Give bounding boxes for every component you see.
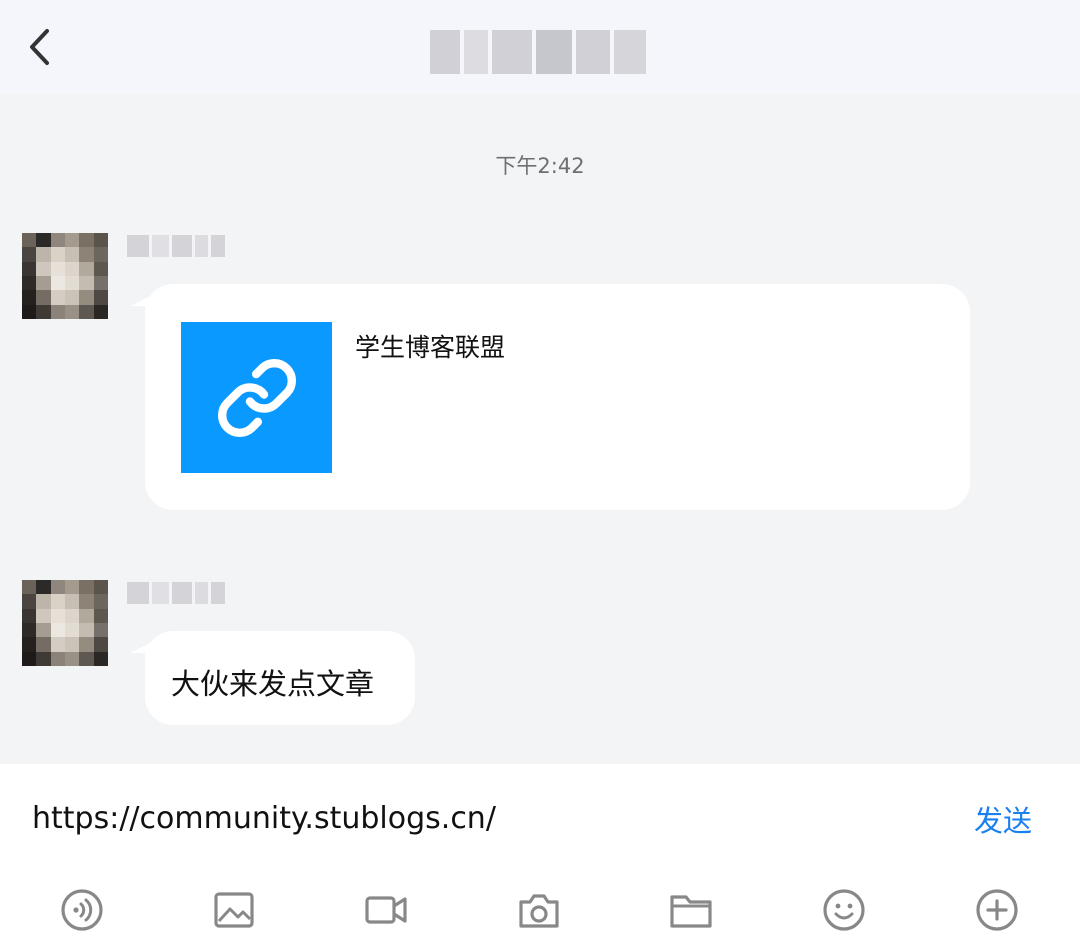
link-thumbnail	[181, 322, 332, 473]
send-button[interactable]: 发送	[974, 798, 1032, 840]
chat-title-redacted	[430, 28, 650, 76]
message-timestamp: 下午2:42	[495, 154, 585, 178]
camera-icon	[519, 894, 559, 928]
avatar[interactable]	[22, 233, 108, 319]
composer-toolbar	[0, 882, 1080, 938]
chat-header	[0, 0, 1080, 94]
message-input[interactable]	[32, 796, 932, 840]
video-icon	[365, 896, 407, 924]
message-composer: 发送	[0, 764, 1080, 950]
message-text: 大伙来发点文章	[171, 667, 375, 701]
link-card-title: 学生博客联盟	[355, 333, 506, 362]
voice-button[interactable]	[54, 882, 110, 938]
voice-icon	[61, 889, 103, 931]
sender-name-redacted	[127, 232, 226, 260]
video-button[interactable]	[358, 882, 414, 938]
more-button[interactable]	[969, 882, 1025, 938]
image-button[interactable]	[206, 882, 262, 938]
link-card-message[interactable]: 学生博客联盟	[145, 284, 970, 510]
sender-name-redacted	[127, 579, 226, 607]
folder-icon	[670, 895, 712, 928]
file-button[interactable]	[663, 882, 719, 938]
link-icon	[217, 358, 296, 437]
emoji-button[interactable]	[816, 882, 872, 938]
image-icon	[214, 892, 254, 928]
plus-circle-icon	[976, 889, 1018, 931]
text-message[interactable]: 大伙来发点文章	[145, 631, 415, 725]
emoji-icon	[823, 889, 865, 931]
camera-button[interactable]	[511, 882, 567, 938]
chevron-left-icon	[30, 29, 49, 65]
avatar[interactable]	[22, 580, 108, 666]
back-button[interactable]	[20, 24, 60, 70]
